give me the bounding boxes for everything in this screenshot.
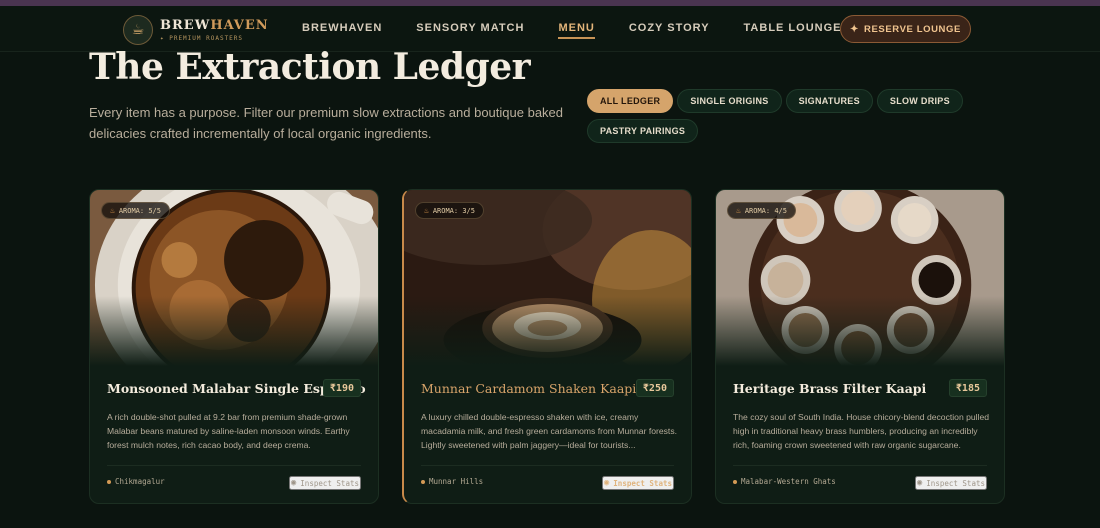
page-title: The Extraction Ledger [89,46,531,88]
aroma-badge: ♨ AROMA: 4/5 [727,202,796,219]
aroma-text: AROMA: 5/5 [118,206,161,215]
origin-text: Munnar Hills [429,477,484,486]
filter-pastry-pairings[interactable]: PASTRY PAIRINGS [587,119,699,143]
flame-icon: ♨ [736,206,741,215]
menu-card-filter-kaapi[interactable]: ♨ AROMA: 4/5 Heritage Brass Filter Kaapi … [715,189,1005,504]
page-subtitle: Every item has a purpose. Filter our pre… [89,105,564,141]
origin-text: Malabar-Western Ghats [741,477,836,486]
inspect-stats-button[interactable]: ◉ Inspect Stats [288,476,361,490]
origin-label: Chikmagalur [107,477,165,486]
brand-text: BREWHAVEN ✦ PREMIUM ROASTERS [160,19,269,42]
filter-signatures[interactable]: SIGNATURES [785,89,873,113]
price-tag: ₹185 [948,379,987,397]
image-fade [716,296,1004,366]
filter-single-origins[interactable]: SINGLE ORIGINS [677,89,782,113]
nav-link-sensory-match[interactable]: SENSORY MATCH [416,22,524,39]
sparkle-icon: ✦ [850,23,860,35]
nav-link-menu[interactable]: MENU [558,22,596,39]
price-tag: ₹250 [635,379,674,397]
card-title: Heritage Brass Filter Kaapi [733,381,927,396]
eye-icon: ◉ [603,478,610,488]
nav-links: BREWHAVEN SENSORY MATCH MENU COZY STORY … [302,22,876,39]
inspect-stats-button[interactable]: ◉ Inspect Stats [914,476,987,490]
nav-link-cozy-story[interactable]: COZY STORY [629,22,710,39]
brand-tagline: ✦ PREMIUM ROASTERS [160,34,244,42]
card-description: The cozy soul of South India. House chic… [733,412,990,450]
brand-name: BREWHAVEN [160,19,269,32]
menu-card-cardamom-kaapi[interactable]: ♨ AROMA: 3/5 Munnar Cardamom Shaken Kaapi… [402,189,692,504]
eye-icon: ◉ [916,478,923,488]
reserve-lounge-label: RESERVE LOUNGE [864,23,961,35]
price-tag: ₹190 [322,379,361,397]
inspect-stats-label: Inspect Stats [300,478,359,488]
image-fade [90,296,378,366]
brand-name-part2: HAVEN [210,17,269,33]
card-divider [421,465,674,466]
flame-icon: ♨ [110,206,115,215]
inspect-stats-label: Inspect Stats [613,478,672,488]
aroma-badge: ♨ AROMA: 3/5 [415,202,484,219]
reserve-lounge-button[interactable]: ✦ RESERVE LOUNGE [840,15,971,43]
eye-icon: ◉ [290,478,297,488]
card-title: Monsooned Malabar Single Espresso [107,381,366,396]
origin-dot-icon [421,479,425,484]
nav-link-brewhaven[interactable]: BREWHAVEN [302,22,382,39]
nav-link-table-lounge[interactable]: TABLE LOUNGE [744,22,842,39]
aroma-text: AROMA: 4/5 [744,206,787,215]
card-title: Munnar Cardamom Shaken Kaapi [421,381,637,396]
card-description: A rich double-shot pulled at 9.2 bar fro… [107,412,350,450]
aroma-badge: ♨ AROMA: 5/5 [101,202,170,219]
aroma-text: AROMA: 3/5 [432,206,475,215]
origin-dot-icon [733,479,737,484]
origin-text: Chikmagalur [115,477,165,486]
origin-label: Malabar-Western Ghats [733,477,836,486]
filter-slow-drips[interactable]: SLOW DRIPS [876,89,963,113]
origin-label: Munnar Hills [421,477,483,486]
card-description: A luxury chilled double-espresso shaken … [421,412,677,450]
menu-card-espresso[interactable]: ♨ AROMA: 5/5 Monsooned Malabar Single Esp… [89,189,379,504]
origin-dot-icon [107,479,111,484]
coffee-cup-icon: ☕ [123,15,153,45]
inspect-stats-label: Inspect Stats [926,478,985,488]
inspect-stats-button[interactable]: ◉ Inspect Stats [601,476,674,490]
brand-logo-link[interactable]: ☕ BREWHAVEN ✦ PREMIUM ROASTERS [123,15,269,45]
card-divider [733,465,987,466]
image-fade [404,296,691,366]
flame-icon: ♨ [424,206,429,215]
card-divider [107,465,361,466]
brand-name-part1: BREW [160,17,211,33]
filter-chips: ALL LEDGER SINGLE ORIGINS SIGNATURES SLO… [587,89,967,149]
filter-all-ledger[interactable]: ALL LEDGER [587,89,674,113]
